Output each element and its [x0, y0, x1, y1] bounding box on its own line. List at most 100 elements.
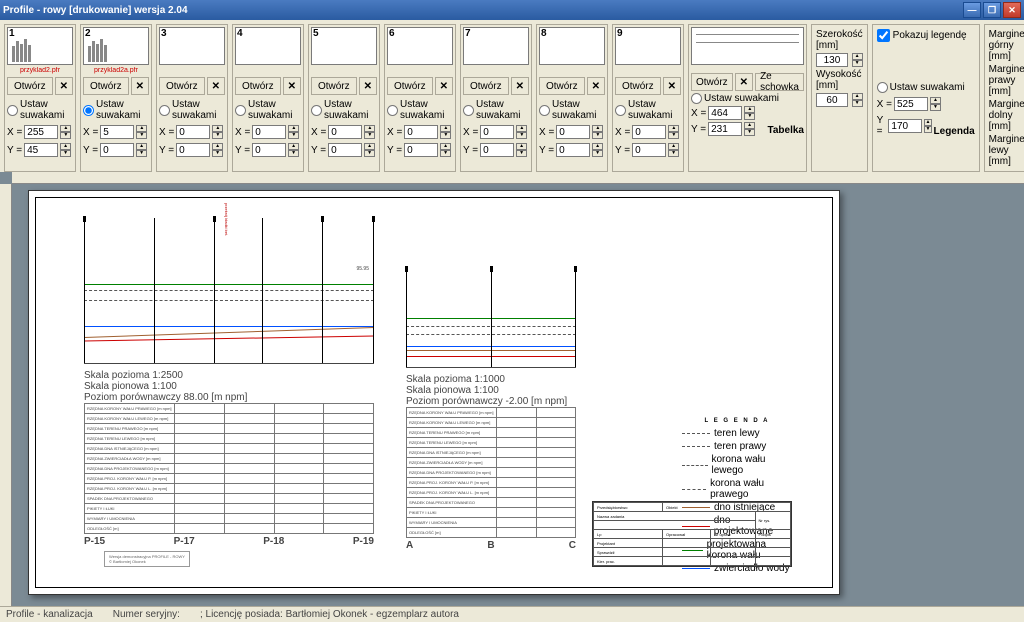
- slot-x-spinner-1[interactable]: ▲▼: [60, 125, 71, 139]
- slot-open-button-5[interactable]: Otwórz: [311, 77, 357, 95]
- slot-x-spinner-2[interactable]: ▲▼: [136, 125, 147, 139]
- slot-x-input-9[interactable]: [632, 125, 666, 139]
- slot-thumbnail-2[interactable]: 2: [83, 27, 149, 65]
- slot-radio-8[interactable]: [539, 105, 550, 116]
- slot-x-spinner-6[interactable]: ▲▼: [440, 125, 451, 139]
- height-input[interactable]: [816, 93, 848, 107]
- slot-y-spinner-9[interactable]: ▲▼: [668, 143, 679, 157]
- slot-x-spinner-5[interactable]: ▲▼: [364, 125, 375, 139]
- legend-panel-label: Legenda: [934, 126, 975, 137]
- slot-y-spinner-5[interactable]: ▲▼: [364, 143, 375, 157]
- legend-x-spinner[interactable]: ▲▼: [930, 97, 941, 111]
- slot-clear-button-9[interactable]: ✕: [663, 77, 681, 95]
- slot-thumbnail-9[interactable]: 9: [615, 27, 681, 65]
- slot-thumbnail-5[interactable]: 5: [311, 27, 377, 65]
- slot-radio-3[interactable]: [159, 105, 170, 116]
- profile-table-right: RZĘDNA KORONY WAŁU PRAWEGO [m npm]RZĘDNA…: [406, 407, 576, 538]
- slot-x-input-5[interactable]: [328, 125, 362, 139]
- slot-y-input-7[interactable]: [480, 143, 514, 157]
- height-spinner[interactable]: ▲▼: [852, 93, 863, 107]
- table-clear-button[interactable]: ✕: [735, 73, 753, 91]
- close-button[interactable]: ✕: [1003, 2, 1021, 18]
- maximize-button[interactable]: ❐: [983, 2, 1001, 18]
- slot-y-spinner-2[interactable]: ▲▼: [136, 143, 147, 157]
- slot-y-spinner-3[interactable]: ▲▼: [212, 143, 223, 157]
- slot-y-spinner-8[interactable]: ▲▼: [592, 143, 603, 157]
- slot-open-button-9[interactable]: Otwórz: [615, 77, 661, 95]
- slot-thumbnail-3[interactable]: 3: [159, 27, 225, 65]
- slot-open-button-7[interactable]: Otwórz: [463, 77, 509, 95]
- legend-x-input[interactable]: [894, 97, 928, 111]
- table-y-spinner[interactable]: ▲▼: [744, 122, 755, 136]
- slot-radio-7[interactable]: [463, 105, 474, 116]
- slot-clear-button-8[interactable]: ✕: [587, 77, 605, 95]
- legend-item: korona wału lewego: [682, 454, 792, 476]
- slot-clear-button-2[interactable]: ✕: [131, 77, 149, 95]
- slot-x-input-1[interactable]: [24, 125, 58, 139]
- slot-y-input-4[interactable]: [252, 143, 286, 157]
- slot-thumbnail-7[interactable]: 7: [463, 27, 529, 65]
- slot-y-input-5[interactable]: [328, 143, 362, 157]
- slot-y-spinner-7[interactable]: ▲▼: [516, 143, 527, 157]
- slot-y-input-6[interactable]: [404, 143, 438, 157]
- table-y-input[interactable]: [708, 122, 742, 136]
- slot-filename-1: przyklad2.pfr: [7, 67, 73, 75]
- preview-area[interactable]: przekrój kładki bet. 95.95 Ska: [0, 172, 1024, 606]
- slot-open-button-6[interactable]: Otwórz: [387, 77, 433, 95]
- slot-y-input-1[interactable]: [24, 143, 58, 157]
- slot-open-button-4[interactable]: Otwórz: [235, 77, 281, 95]
- slot-thumbnail-8[interactable]: 8: [539, 27, 605, 65]
- slot-radio-4[interactable]: [235, 105, 246, 116]
- slot-clear-button-7[interactable]: ✕: [511, 77, 529, 95]
- slot-3: 3 Otwórz ✕ Ustaw suwakami X =▲▼ Y =▲▼: [156, 24, 228, 172]
- show-legend-checkbox[interactable]: [877, 29, 890, 42]
- width-input[interactable]: [816, 53, 848, 67]
- legend-set-sliders-radio[interactable]: [877, 82, 888, 93]
- slot-clear-button-5[interactable]: ✕: [359, 77, 377, 95]
- legend-y-spinner[interactable]: ▲▼: [924, 119, 931, 133]
- table-x-input[interactable]: [708, 106, 742, 120]
- table-open-button[interactable]: Otwórz: [691, 73, 733, 91]
- slot-clear-button-3[interactable]: ✕: [207, 77, 225, 95]
- slot-x-spinner-9[interactable]: ▲▼: [668, 125, 679, 139]
- slot-clear-button-4[interactable]: ✕: [283, 77, 301, 95]
- slot-x-input-6[interactable]: [404, 125, 438, 139]
- width-spinner[interactable]: ▲▼: [852, 53, 863, 67]
- slot-open-button-1[interactable]: Otwórz: [7, 77, 53, 95]
- slot-x-spinner-8[interactable]: ▲▼: [592, 125, 603, 139]
- slot-y-input-3[interactable]: [176, 143, 210, 157]
- slot-radio-1[interactable]: [7, 105, 18, 116]
- slot-x-input-8[interactable]: [556, 125, 590, 139]
- slot-clear-button-1[interactable]: ✕: [55, 77, 73, 95]
- slot-open-button-8[interactable]: Otwórz: [539, 77, 585, 95]
- slot-open-button-2[interactable]: Otwórz: [83, 77, 129, 95]
- slot-thumbnail-4[interactable]: 4: [235, 27, 301, 65]
- slot-radio-9[interactable]: [615, 105, 626, 116]
- slot-thumbnail-6[interactable]: 6: [387, 27, 453, 65]
- slot-x-spinner-3[interactable]: ▲▼: [212, 125, 223, 139]
- page-preview[interactable]: przekrój kładki bet. 95.95 Ska: [28, 190, 840, 595]
- slot-thumbnail-1[interactable]: 1: [7, 27, 73, 65]
- slot-y-spinner-4[interactable]: ▲▼: [288, 143, 299, 157]
- slot-y-input-9[interactable]: [632, 143, 666, 157]
- slot-x-input-7[interactable]: [480, 125, 514, 139]
- slot-y-input-2[interactable]: [100, 143, 134, 157]
- slot-x-spinner-4[interactable]: ▲▼: [288, 125, 299, 139]
- slot-x-input-3[interactable]: [176, 125, 210, 139]
- slot-y-input-8[interactable]: [556, 143, 590, 157]
- slot-x-input-2[interactable]: [100, 125, 134, 139]
- slot-radio-5[interactable]: [311, 105, 322, 116]
- table-clipboard-button[interactable]: Ze schowka: [755, 73, 804, 91]
- legend-y-input[interactable]: [888, 119, 922, 133]
- slot-y-spinner-1[interactable]: ▲▼: [60, 143, 71, 157]
- table-set-sliders-radio[interactable]: [691, 93, 702, 104]
- slot-radio-6[interactable]: [387, 105, 398, 116]
- slot-clear-button-6[interactable]: ✕: [435, 77, 453, 95]
- slot-x-spinner-7[interactable]: ▲▼: [516, 125, 527, 139]
- table-x-spinner[interactable]: ▲▼: [744, 106, 755, 120]
- slot-open-button-3[interactable]: Otwórz: [159, 77, 205, 95]
- slot-x-input-4[interactable]: [252, 125, 286, 139]
- minimize-button[interactable]: —: [963, 2, 981, 18]
- slot-radio-2[interactable]: [83, 105, 94, 116]
- slot-y-spinner-6[interactable]: ▲▼: [440, 143, 451, 157]
